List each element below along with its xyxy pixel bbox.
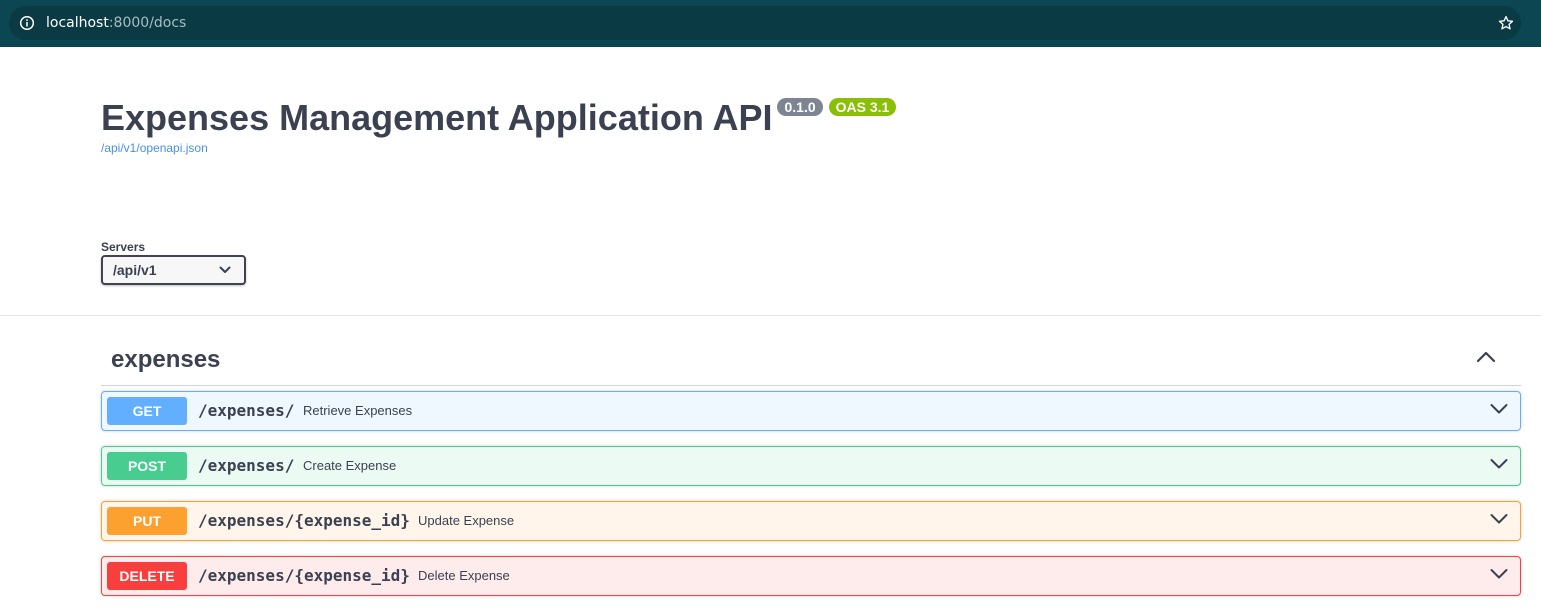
- method-badge-post: POST: [107, 452, 187, 480]
- method-badge-get: GET: [107, 397, 187, 425]
- browser-toolbar: localhost:8000/docs: [0, 0, 1541, 47]
- server-select-value: /api/v1: [113, 262, 157, 278]
- operation-put-expense[interactable]: PUT /expenses/{expense_id} Update Expens…: [101, 501, 1521, 541]
- operation-summary: Delete Expense: [418, 568, 510, 583]
- tag-name: expenses: [111, 346, 221, 373]
- servers-section: Servers /api/v1: [101, 240, 246, 285]
- chevron-up-icon[interactable]: [1476, 350, 1496, 364]
- method-badge-delete: DELETE: [107, 562, 187, 590]
- operation-summary: Create Expense: [303, 458, 397, 473]
- tag-header-expenses[interactable]: expenses: [101, 340, 1521, 386]
- method-badge-put: PUT: [107, 507, 187, 535]
- operation-post-expenses[interactable]: POST /expenses/ Create Expense: [101, 446, 1521, 486]
- operation-path: /expenses/{expense_id}: [198, 511, 410, 530]
- info-circle-icon[interactable]: [19, 15, 35, 31]
- chevron-down-icon[interactable]: [1490, 458, 1508, 470]
- address-bar[interactable]: localhost:8000/docs: [9, 6, 1521, 40]
- section-divider: [0, 315, 1541, 316]
- server-select[interactable]: /api/v1: [101, 255, 246, 285]
- star-outline-icon[interactable]: [1497, 14, 1515, 32]
- operation-path: /expenses/{expense_id}: [198, 566, 410, 585]
- operation-summary: Update Expense: [418, 513, 515, 528]
- servers-label: Servers: [101, 240, 146, 254]
- operation-get-expenses[interactable]: GET /expenses/ Retrieve Expenses: [101, 391, 1521, 431]
- version-badge: 0.1.0: [777, 98, 823, 116]
- url-host: localhost: [46, 15, 109, 31]
- title-row: Expenses Management Application API 0.1.…: [101, 96, 897, 140]
- api-info: Expenses Management Application API 0.1.…: [101, 96, 897, 155]
- operation-path: /expenses/: [198, 456, 295, 475]
- openapi-spec-link[interactable]: /api/v1/openapi.json: [101, 141, 896, 155]
- chevron-down-icon[interactable]: [1490, 403, 1508, 415]
- operation-summary: Retrieve Expenses: [303, 403, 413, 418]
- chevron-down-icon[interactable]: [1490, 513, 1508, 525]
- url-text[interactable]: localhost:8000/docs: [46, 14, 186, 32]
- chevron-down-icon: [219, 266, 231, 273]
- chevron-down-icon[interactable]: [1490, 568, 1508, 580]
- page-title: Expenses Management Application API: [101, 97, 773, 138]
- operation-delete-expense[interactable]: DELETE /expenses/{expense_id} Delete Exp…: [101, 556, 1521, 596]
- oas-badge: OAS 3.1: [828, 98, 897, 116]
- url-path: :8000/docs: [108, 15, 187, 31]
- operation-path: /expenses/: [198, 401, 295, 420]
